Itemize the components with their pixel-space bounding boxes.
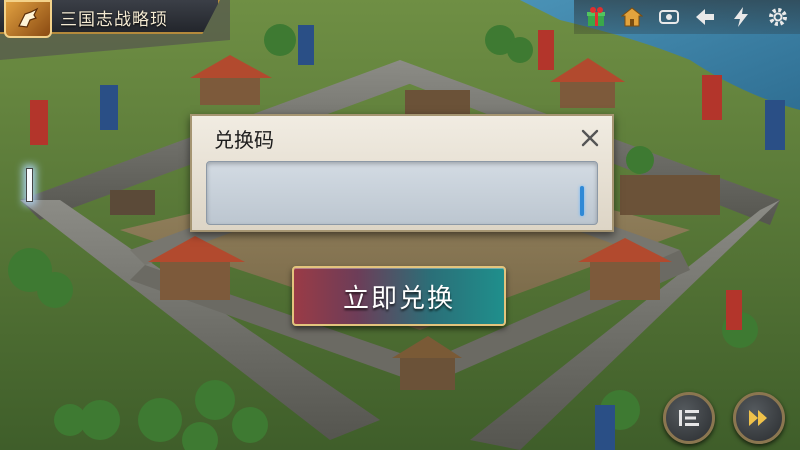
- gear-icon[interactable]: [764, 3, 792, 31]
- dialog-title: 兑换码: [214, 128, 274, 152]
- log-list-icon: [679, 410, 699, 426]
- horse-emblem-icon: [18, 7, 39, 28]
- game-logo[interactable]: [4, 0, 52, 38]
- close-button[interactable]: [578, 126, 602, 150]
- redeem-now-label: 立即兑换: [342, 283, 455, 314]
- home-icon[interactable]: [618, 3, 646, 31]
- eye-icon[interactable]: [655, 3, 683, 31]
- game-title: 三国志战略顼: [60, 10, 168, 30]
- top-bar: 三国志战略顼: [0, 0, 800, 38]
- top-icon-bar: [574, 0, 800, 34]
- lightning-icon[interactable]: [727, 3, 755, 31]
- input-caret: [26, 168, 33, 202]
- gift-icon[interactable]: [582, 3, 610, 31]
- redeem-code-input[interactable]: [206, 161, 598, 225]
- close-icon: [581, 129, 599, 147]
- fast-forward-button[interactable]: [733, 392, 785, 444]
- redeem-code-dialog: 兑换码: [190, 114, 614, 232]
- back-arrow-icon[interactable]: [691, 3, 719, 31]
- log-list-button[interactable]: [663, 392, 715, 444]
- fast-forward-icon: [749, 410, 767, 426]
- input-scroll-marker: [580, 186, 584, 216]
- redeem-now-button[interactable]: 立即兑换: [292, 266, 506, 326]
